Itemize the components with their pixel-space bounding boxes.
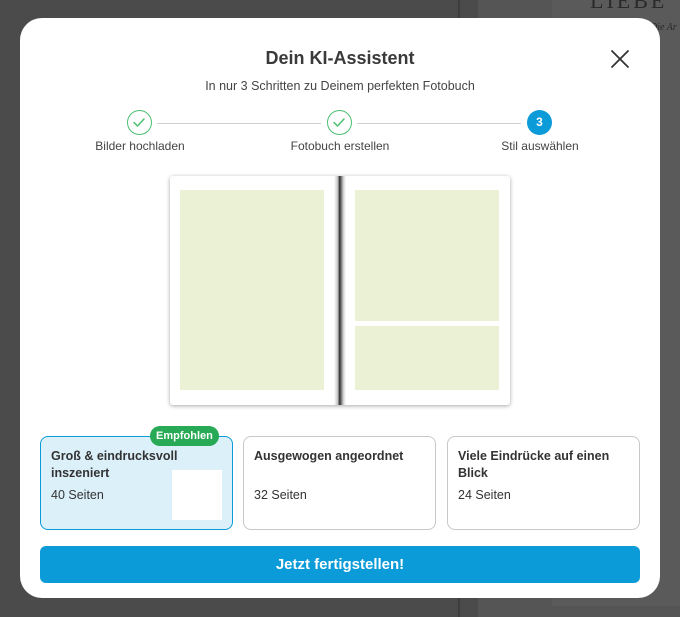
option-many-impressions[interactable]: Viele Eindrücke auf einen Blick 24 Seite… [447,436,640,530]
ai-assistant-dialog: Dein KI-Assistent In nur 3 Schritten zu … [20,18,660,598]
photo-placeholder [180,190,324,390]
background-heading: LIEBE [590,0,668,13]
option-page-count: 32 Seiten [254,488,307,502]
dialog-title: Dein KI-Assistent [265,48,415,68]
dialog-subtitle: In nur 3 Schritten zu Deinem perfekten F… [205,79,475,93]
step-label-upload: Bilder hochladen [95,139,185,153]
option-page-count: 40 Seiten [51,488,104,502]
close-button[interactable] [608,47,632,71]
step-3-indicator: 3 [527,110,552,135]
step-label-style: Stil auswählen [501,139,579,153]
photo-placeholder [355,190,499,321]
stepper-connector [157,123,321,124]
option-thumbnail [172,470,222,520]
check-icon [333,118,345,127]
recommended-badge: Empfohlen [150,426,219,446]
stepper-connector [357,123,521,124]
option-title: Ausgewogen angeordnet [254,449,404,463]
option-balanced[interactable]: Ausgewogen angeordnet 32 Seiten [243,436,436,530]
option-large-impressive[interactable]: Empfohlen Groß & eindrucksvoll inszenier… [40,426,233,530]
step-label-create: Fotobuch erstellen [290,139,390,153]
step-1-indicator [127,110,152,135]
book-spine [334,176,346,405]
check-icon [133,118,145,127]
photobook-preview [170,176,510,405]
photo-placeholder [355,326,499,390]
option-title: Viele Eindrücke auf einen Blick [458,449,610,480]
close-icon [611,50,629,68]
option-page-count: 24 Seiten [458,488,511,502]
step-2-indicator [327,110,352,135]
finish-button[interactable]: Jetzt fertigstellen! [40,546,640,583]
